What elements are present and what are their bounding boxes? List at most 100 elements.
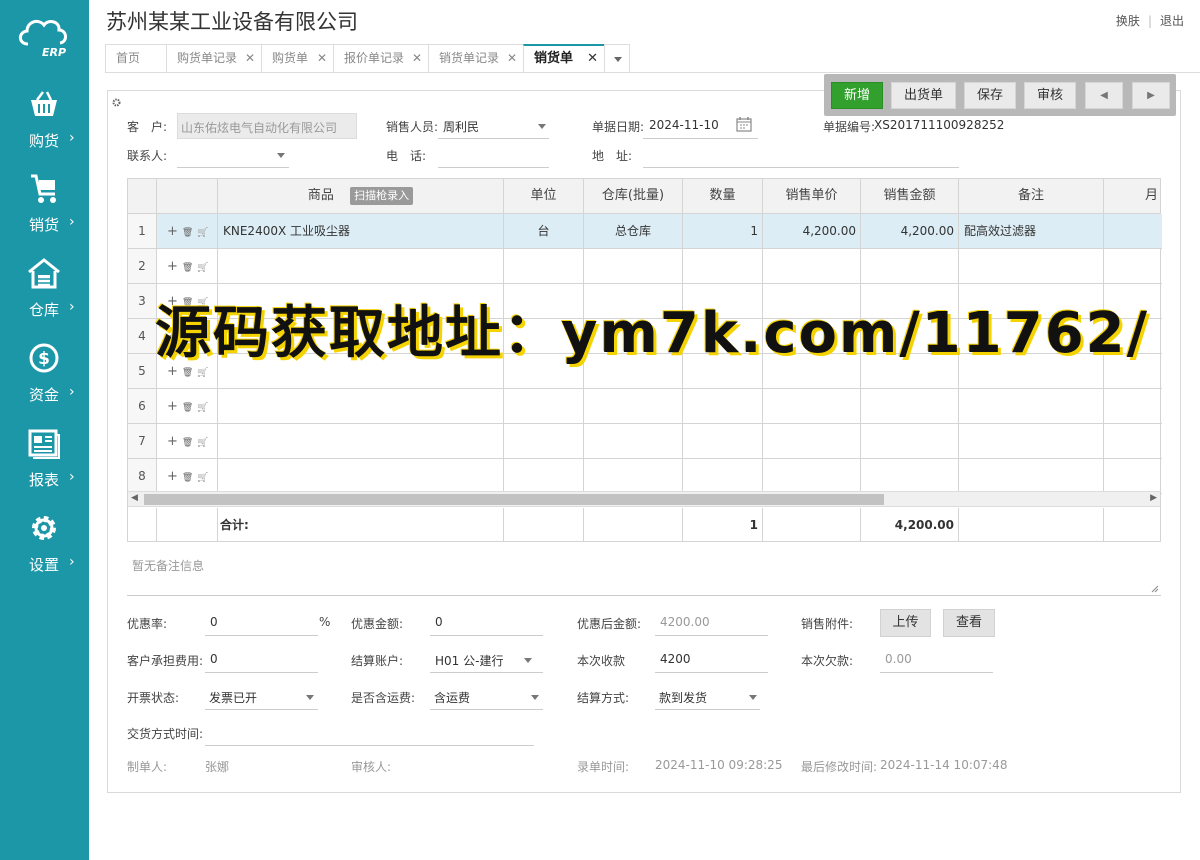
table-row[interactable]: 8 + 🗑 🛒 (128, 459, 1162, 494)
note-cell[interactable] (959, 249, 1104, 283)
cart-row-icon[interactable]: 🛒 (197, 473, 208, 483)
logout-link[interactable]: 退出 (1160, 12, 1184, 29)
amount-cell[interactable] (861, 389, 959, 423)
product-cell[interactable]: KNE2400X 工业吸尘器 (218, 214, 504, 248)
add-row-icon[interactable]: + (167, 469, 178, 484)
account-select[interactable]: H01 公-建行 (430, 647, 543, 673)
note-cell[interactable] (959, 389, 1104, 423)
tab-home[interactable]: 首页 (105, 44, 167, 72)
close-icon[interactable]: ✕ (245, 45, 255, 71)
calendar-icon[interactable] (736, 116, 752, 135)
customer-field[interactable]: 山东佑炫电气自动化有限公司 (177, 113, 357, 139)
add-row-icon[interactable]: + (167, 399, 178, 414)
price-cell[interactable]: 4,200.00 (763, 214, 861, 248)
close-icon[interactable]: ✕ (317, 45, 327, 71)
prev-record-button[interactable]: ◀ (1085, 82, 1123, 109)
note-cell[interactable] (959, 459, 1104, 493)
upload-button[interactable]: 上传 (880, 609, 931, 637)
remark-textarea[interactable]: 暂无备注信息 (127, 552, 1161, 596)
sidebar-item-purchase[interactable]: 购货 › (0, 88, 89, 158)
contact-select[interactable] (177, 142, 289, 168)
tab-purchase-records[interactable]: 购货单记录 ✕ (166, 44, 262, 72)
tab-quote-records[interactable]: 报价单记录 ✕ (333, 44, 429, 72)
received-input[interactable]: 4200 (660, 652, 691, 666)
settle-method-select[interactable]: 款到发货 (655, 684, 760, 710)
resize-handle-icon[interactable] (1151, 585, 1159, 593)
price-cell[interactable] (763, 249, 861, 283)
warehouse-cell[interactable] (584, 459, 683, 493)
customer-fee-input[interactable]: 0 (210, 652, 218, 666)
horizontal-scrollbar[interactable]: ◀ ▶ (128, 491, 1160, 507)
table-row[interactable]: 2 + 🗑 🛒 (128, 249, 1162, 284)
scan-entry-button[interactable]: 扫描枪录入 (350, 186, 414, 205)
next-record-button[interactable]: ▶ (1132, 82, 1170, 109)
warehouse-cell[interactable] (584, 389, 683, 423)
sidebar-item-funds[interactable]: $ 资金 › (0, 342, 89, 412)
sidebar-item-reports[interactable]: 报表 › (0, 427, 89, 497)
tab-more-dropdown[interactable] (604, 44, 630, 72)
amount-cell[interactable] (861, 459, 959, 493)
scroll-right-icon[interactable]: ▶ (1150, 493, 1157, 503)
add-row-icon[interactable]: + (167, 259, 178, 274)
product-cell[interactable] (218, 249, 504, 283)
tab-purchase-order[interactable]: 购货单 ✕ (261, 44, 334, 72)
add-row-icon[interactable]: + (167, 224, 178, 239)
tab-sales-records[interactable]: 销货单记录 ✕ (428, 44, 524, 72)
discount-rate-input[interactable]: 0 (210, 615, 218, 629)
sidebar-item-sales[interactable]: 销货 › (0, 172, 89, 242)
product-cell[interactable] (218, 389, 504, 423)
unit-cell[interactable]: 台 (504, 214, 584, 248)
table-row[interactable]: 6 + 🗑 🛒 (128, 389, 1162, 424)
close-icon[interactable]: ✕ (412, 45, 422, 71)
product-cell[interactable] (218, 424, 504, 458)
tab-sales-order[interactable]: 销货单 ✕ (523, 44, 605, 72)
warehouse-cell[interactable] (584, 424, 683, 458)
cart-row-icon[interactable]: 🛒 (197, 263, 208, 273)
add-row-icon[interactable]: + (167, 434, 178, 449)
unit-cell[interactable] (504, 424, 584, 458)
qty-cell[interactable] (683, 249, 763, 283)
delete-row-icon[interactable]: 🗑 (182, 473, 193, 483)
price-cell[interactable] (763, 459, 861, 493)
skin-link[interactable]: 换肤 (1116, 12, 1140, 29)
cart-row-icon[interactable]: 🛒 (197, 438, 208, 448)
doc-date-field[interactable]: 2024-11-10 (643, 113, 758, 139)
unit-cell[interactable] (504, 249, 584, 283)
sales-person-select[interactable]: 周利民 (438, 113, 548, 139)
amount-cell[interactable] (861, 424, 959, 458)
amount-cell[interactable]: 4,200.00 (861, 214, 959, 248)
price-cell[interactable] (763, 424, 861, 458)
note-cell[interactable]: 配高效过滤器 (959, 214, 1104, 248)
address-input[interactable] (643, 142, 959, 168)
delete-row-icon[interactable]: 🗑 (182, 228, 193, 238)
warehouse-cell[interactable] (584, 249, 683, 283)
delete-row-icon[interactable]: 🗑 (182, 368, 193, 378)
discount-amount-input[interactable]: 0 (435, 615, 443, 629)
close-icon[interactable]: ✕ (587, 46, 598, 72)
close-icon[interactable]: ✕ (507, 45, 517, 71)
settings-small-icon[interactable] (112, 96, 121, 107)
qty-cell[interactable] (683, 424, 763, 458)
new-button[interactable]: 新增 (831, 82, 883, 109)
amount-cell[interactable] (861, 249, 959, 283)
unit-cell[interactable] (504, 459, 584, 493)
note-cell[interactable] (959, 424, 1104, 458)
scroll-left-icon[interactable]: ◀ (131, 493, 138, 503)
cart-row-icon[interactable]: 🛒 (197, 403, 208, 413)
delivery-input[interactable] (205, 720, 534, 746)
delete-row-icon[interactable]: 🗑 (182, 438, 193, 448)
invoice-status-select[interactable]: 发票已开 (205, 684, 318, 710)
delete-row-icon[interactable]: 🗑 (182, 403, 193, 413)
scrollbar-thumb[interactable] (144, 494, 884, 505)
cart-row-icon[interactable]: 🛒 (197, 228, 208, 238)
save-button[interactable]: 保存 (964, 82, 1016, 109)
unit-cell[interactable] (504, 389, 584, 423)
table-row[interactable]: 1 + 🗑 🛒 KNE2400X 工业吸尘器台总仓库 1 4,200.00 4,200.00 配… (128, 214, 1162, 249)
warehouse-cell[interactable]: 总仓库 (584, 214, 683, 248)
ship-order-button[interactable]: 出货单 (891, 82, 956, 109)
audit-button[interactable]: 审核 (1024, 82, 1076, 109)
phone-input[interactable] (438, 142, 549, 168)
cart-row-icon[interactable]: 🛒 (197, 368, 208, 378)
qty-cell[interactable] (683, 389, 763, 423)
qty-cell[interactable] (683, 459, 763, 493)
